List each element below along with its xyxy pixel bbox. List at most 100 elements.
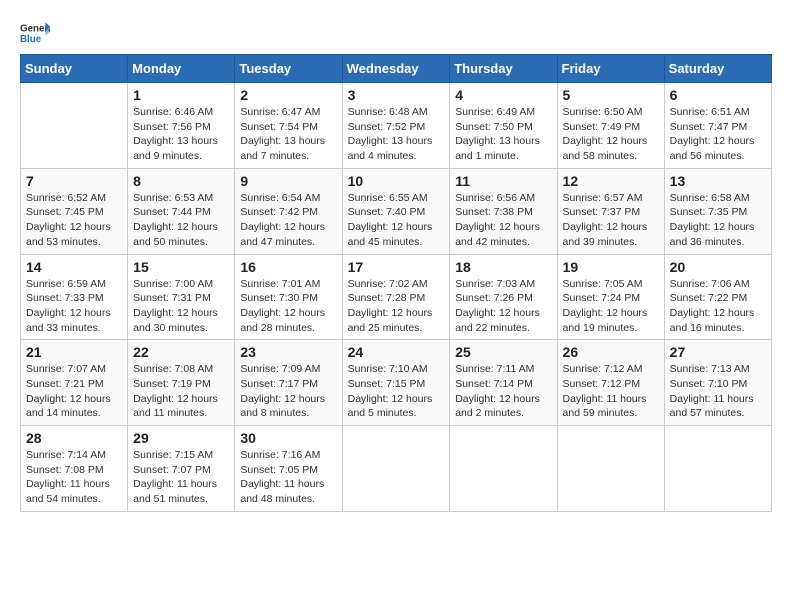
day-info: Sunrise: 6:57 AM Sunset: 7:37 PM Dayligh…	[563, 191, 659, 250]
calendar-cell-w1-d6: 5 Sunrise: 6:50 AM Sunset: 7:49 PM Daylig…	[557, 83, 664, 169]
calendar: SundayMondayTuesdayWednesdayThursdayFrid…	[20, 54, 772, 512]
day-info: Sunrise: 7:09 AM Sunset: 7:17 PM Dayligh…	[240, 362, 336, 421]
day-info: Sunrise: 6:59 AM Sunset: 7:33 PM Dayligh…	[26, 277, 122, 336]
day-info: Sunrise: 7:14 AM Sunset: 7:08 PM Dayligh…	[26, 448, 122, 507]
calendar-cell-w4-d7: 27 Sunrise: 7:13 AM Sunset: 7:10 PM Dayli…	[664, 340, 771, 426]
calendar-cell-w2-d1: 7 Sunrise: 6:52 AM Sunset: 7:45 PM Daylig…	[21, 168, 128, 254]
day-number: 2	[240, 87, 336, 103]
calendar-cell-w2-d4: 10 Sunrise: 6:55 AM Sunset: 7:40 PM Dayli…	[342, 168, 450, 254]
logo: General Blue	[20, 20, 50, 44]
calendar-cell-w3-d5: 18Sunrise: 7:03 AM Sunset: 7:26 PM Dayli…	[450, 254, 557, 340]
weekday-header-monday: Monday	[128, 55, 235, 83]
day-number: 3	[348, 87, 445, 103]
weekday-header-saturday: Saturday	[664, 55, 771, 83]
day-number: 11	[455, 173, 551, 189]
day-info: Sunrise: 6:52 AM Sunset: 7:45 PM Dayligh…	[26, 191, 122, 250]
day-info: Sunrise: 6:55 AM Sunset: 7:40 PM Dayligh…	[348, 191, 445, 250]
day-number: 9	[240, 173, 336, 189]
svg-text:Blue: Blue	[20, 34, 42, 44]
day-info: Sunrise: 6:50 AM Sunset: 7:49 PM Dayligh…	[563, 105, 659, 164]
calendar-cell-w3-d3: 16Sunrise: 7:01 AM Sunset: 7:30 PM Dayli…	[235, 254, 342, 340]
day-number: 20	[670, 259, 766, 275]
calendar-cell-w5-d5	[450, 426, 557, 512]
weekday-header-friday: Friday	[557, 55, 664, 83]
day-number: 12	[563, 173, 659, 189]
calendar-cell-w5-d3: 30Sunrise: 7:16 AM Sunset: 7:05 PM Dayli…	[235, 426, 342, 512]
calendar-cell-w3-d4: 17 Sunrise: 7:02 AM Sunset: 7:28 PM Dayli…	[342, 254, 450, 340]
day-info: Sunrise: 7:00 AM Sunset: 7:31 PM Dayligh…	[133, 277, 229, 336]
calendar-cell-w4-d4: 24 Sunrise: 7:10 AM Sunset: 7:15 PM Dayli…	[342, 340, 450, 426]
day-info: Sunrise: 7:07 AM Sunset: 7:21 PM Dayligh…	[26, 362, 122, 421]
day-info: Sunrise: 6:48 AM Sunset: 7:52 PM Dayligh…	[348, 105, 445, 164]
calendar-cell-w1-d2: 1 Sunrise: 6:46 AM Sunset: 7:56 PM Daylig…	[128, 83, 235, 169]
calendar-cell-w2-d2: 8 Sunrise: 6:53 AM Sunset: 7:44 PM Daylig…	[128, 168, 235, 254]
calendar-cell-w1-d4: 3 Sunrise: 6:48 AM Sunset: 7:52 PM Daylig…	[342, 83, 450, 169]
day-info: Sunrise: 7:11 AM Sunset: 7:14 PM Dayligh…	[455, 362, 551, 421]
calendar-cell-w5-d2: 29 Sunrise: 7:15 AM Sunset: 7:07 PM Dayli…	[128, 426, 235, 512]
calendar-cell-w5-d1: 28 Sunrise: 7:14 AM Sunset: 7:08 PM Dayli…	[21, 426, 128, 512]
day-info: Sunrise: 6:46 AM Sunset: 7:56 PM Dayligh…	[133, 105, 229, 164]
week-row-2: 7 Sunrise: 6:52 AM Sunset: 7:45 PM Daylig…	[21, 168, 772, 254]
calendar-cell-w5-d7	[664, 426, 771, 512]
day-info: Sunrise: 6:51 AM Sunset: 7:47 PM Dayligh…	[670, 105, 766, 164]
day-number: 19	[563, 259, 659, 275]
day-number: 16	[240, 259, 336, 275]
calendar-cell-w3-d7: 20 Sunrise: 7:06 AM Sunset: 7:22 PM Dayli…	[664, 254, 771, 340]
calendar-cell-w2-d5: 11 Sunrise: 6:56 AM Sunset: 7:38 PM Dayli…	[450, 168, 557, 254]
day-number: 10	[348, 173, 445, 189]
weekday-header-thursday: Thursday	[450, 55, 557, 83]
day-number: 8	[133, 173, 229, 189]
day-info: Sunrise: 7:10 AM Sunset: 7:15 PM Dayligh…	[348, 362, 445, 421]
calendar-cell-w4-d1: 21 Sunrise: 7:07 AM Sunset: 7:21 PM Dayli…	[21, 340, 128, 426]
day-number: 14	[26, 259, 122, 275]
calendar-cell-w1-d5: 4 Sunrise: 6:49 AM Sunset: 7:50 PM Daylig…	[450, 83, 557, 169]
day-info: Sunrise: 7:08 AM Sunset: 7:19 PM Dayligh…	[133, 362, 229, 421]
weekday-header-tuesday: Tuesday	[235, 55, 342, 83]
day-info: Sunrise: 7:06 AM Sunset: 7:22 PM Dayligh…	[670, 277, 766, 336]
calendar-cell-w5-d6	[557, 426, 664, 512]
day-info: Sunrise: 7:13 AM Sunset: 7:10 PM Dayligh…	[670, 362, 766, 421]
day-info: Sunrise: 7:15 AM Sunset: 7:07 PM Dayligh…	[133, 448, 229, 507]
day-number: 4	[455, 87, 551, 103]
weekday-header-wednesday: Wednesday	[342, 55, 450, 83]
day-number: 24	[348, 344, 445, 360]
day-number: 13	[670, 173, 766, 189]
day-info: Sunrise: 7:16 AM Sunset: 7:05 PM Dayligh…	[240, 448, 336, 507]
calendar-cell-w3-d2: 15 Sunrise: 7:00 AM Sunset: 7:31 PM Dayli…	[128, 254, 235, 340]
day-info: Sunrise: 7:03 AM Sunset: 7:26 PM Dayligh…	[455, 277, 551, 336]
logo-icon: General Blue	[20, 20, 50, 44]
day-number: 28	[26, 430, 122, 446]
calendar-cell-w4-d2: 22 Sunrise: 7:08 AM Sunset: 7:19 PM Dayli…	[128, 340, 235, 426]
day-info: Sunrise: 6:49 AM Sunset: 7:50 PM Dayligh…	[455, 105, 551, 164]
week-row-3: 14 Sunrise: 6:59 AM Sunset: 7:33 PM Dayli…	[21, 254, 772, 340]
day-number: 22	[133, 344, 229, 360]
day-number: 15	[133, 259, 229, 275]
day-info: Sunrise: 6:47 AM Sunset: 7:54 PM Dayligh…	[240, 105, 336, 164]
calendar-cell-w1-d1	[21, 83, 128, 169]
calendar-cell-w3-d6: 19 Sunrise: 7:05 AM Sunset: 7:24 PM Dayli…	[557, 254, 664, 340]
day-info: Sunrise: 6:54 AM Sunset: 7:42 PM Dayligh…	[240, 191, 336, 250]
day-number: 27	[670, 344, 766, 360]
calendar-cell-w5-d4	[342, 426, 450, 512]
day-number: 6	[670, 87, 766, 103]
day-info: Sunrise: 6:56 AM Sunset: 7:38 PM Dayligh…	[455, 191, 551, 250]
calendar-cell-w2-d6: 12 Sunrise: 6:57 AM Sunset: 7:37 PM Dayli…	[557, 168, 664, 254]
day-number: 23	[240, 344, 336, 360]
day-info: Sunrise: 7:12 AM Sunset: 7:12 PM Dayligh…	[563, 362, 659, 421]
day-info: Sunrise: 7:02 AM Sunset: 7:28 PM Dayligh…	[348, 277, 445, 336]
calendar-cell-w1-d3: 2 Sunrise: 6:47 AM Sunset: 7:54 PM Daylig…	[235, 83, 342, 169]
day-info: Sunrise: 7:05 AM Sunset: 7:24 PM Dayligh…	[563, 277, 659, 336]
day-number: 21	[26, 344, 122, 360]
day-number: 26	[563, 344, 659, 360]
day-number: 29	[133, 430, 229, 446]
calendar-cell-w4-d6: 26 Sunrise: 7:12 AM Sunset: 7:12 PM Dayli…	[557, 340, 664, 426]
day-info: Sunrise: 6:58 AM Sunset: 7:35 PM Dayligh…	[670, 191, 766, 250]
week-row-4: 21 Sunrise: 7:07 AM Sunset: 7:21 PM Dayli…	[21, 340, 772, 426]
day-number: 17	[348, 259, 445, 275]
day-number: 5	[563, 87, 659, 103]
day-number: 1	[133, 87, 229, 103]
day-number: 7	[26, 173, 122, 189]
day-info: Sunrise: 6:53 AM Sunset: 7:44 PM Dayligh…	[133, 191, 229, 250]
calendar-cell-w4-d3: 23 Sunrise: 7:09 AM Sunset: 7:17 PM Dayli…	[235, 340, 342, 426]
calendar-cell-w2-d3: 9 Sunrise: 6:54 AM Sunset: 7:42 PM Daylig…	[235, 168, 342, 254]
